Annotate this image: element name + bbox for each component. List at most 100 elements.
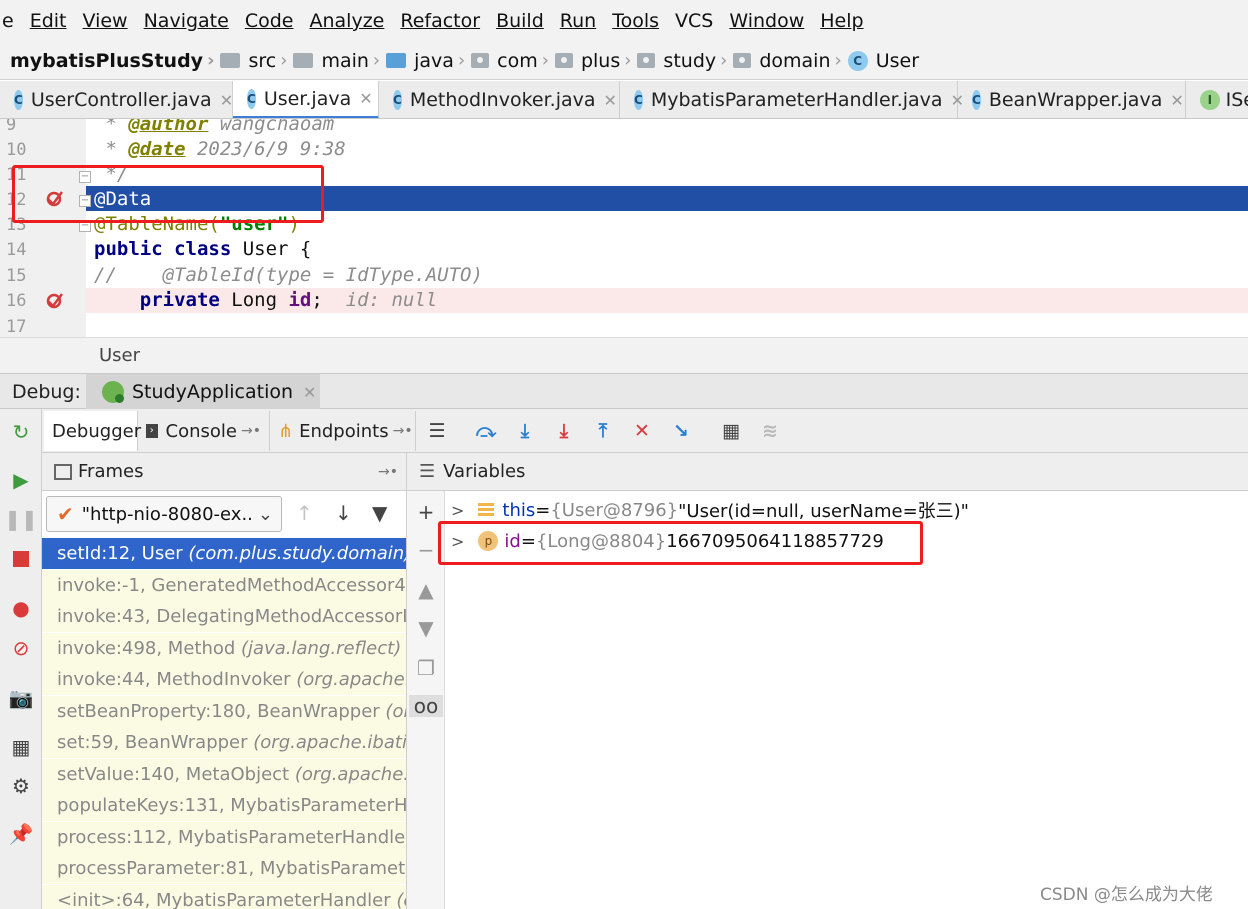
- tab-user-controller[interactable]: C UserController.java ✕: [0, 81, 233, 118]
- breadcrumb-study[interactable]: study ›: [637, 50, 733, 72]
- settings-gear-icon[interactable]: ⚙: [10, 774, 32, 798]
- code-editor[interactable]: 9 10 11 12 13 14 15 16 17 − − − * @autho…: [0, 119, 1248, 337]
- tab-user[interactable]: C User.java ✕: [233, 81, 379, 118]
- breadcrumb-src[interactable]: src ›: [220, 50, 293, 72]
- menu-item-build[interactable]: Build: [488, 10, 552, 32]
- frame-row[interactable]: processParameter:81, MybatisParameter: [42, 853, 406, 884]
- layout-icon[interactable]: ▦: [10, 735, 32, 759]
- pause-icon[interactable]: ❚❚: [4, 507, 38, 531]
- tab-mybatis-parameter-handler[interactable]: C MybatisParameterHandler.java ✕: [620, 81, 964, 118]
- chevron-right-icon: ›: [207, 50, 215, 71]
- frame-row[interactable]: setId:12, User (com.plus.study.domain): [42, 538, 406, 569]
- menu-item-view[interactable]: View: [75, 10, 136, 32]
- menu-item-code[interactable]: Code: [237, 10, 302, 32]
- tab-method-invoker[interactable]: C MethodInvoker.java ✕: [379, 81, 620, 118]
- menu-item-edit-partial[interactable]: e: [0, 10, 22, 32]
- breadcrumb-project[interactable]: mybatisPlusStudy ›: [10, 50, 220, 72]
- run-config-tab[interactable]: StudyApplication ✕: [86, 374, 320, 410]
- mute-breakpoints-icon[interactable]: ⊘: [10, 636, 32, 660]
- chevron-down-icon: ⌄: [257, 503, 273, 525]
- frame-row[interactable]: invoke:43, DelegatingMethodAccessorIm: [42, 601, 406, 632]
- view-breakpoints-icon[interactable]: ●: [10, 596, 32, 620]
- frame-row[interactable]: invoke:-1, GeneratedMethodAccessor43: [42, 570, 406, 601]
- tab-label: User.java: [263, 87, 352, 110]
- frame-method: process:112, MybatisParameterHandler: [57, 827, 407, 848]
- variable-name: this: [502, 499, 536, 521]
- crumb-label: study: [663, 49, 717, 72]
- frame-row[interactable]: setValue:140, MetaObject (org.apache.ib: [42, 759, 406, 790]
- frame-row[interactable]: invoke:498, Method (java.lang.reflect): [42, 633, 406, 664]
- menu-item-help[interactable]: Help: [812, 10, 871, 32]
- menu-lines-icon[interactable]: ☰: [426, 420, 448, 442]
- pin-icon[interactable]: 📌: [9, 822, 34, 846]
- field-breakpoint-icon[interactable]: [44, 291, 64, 309]
- evaluate-expression-icon[interactable]: ▦: [720, 420, 742, 442]
- structure-label[interactable]: User: [99, 345, 140, 366]
- breadcrumb-main[interactable]: main ›: [293, 50, 386, 72]
- move-up-icon[interactable]: ▲: [415, 579, 437, 601]
- breadcrumb-plus[interactable]: plus ›: [554, 49, 637, 72]
- tab-bean-wrapper[interactable]: C BeanWrapper.java ✕: [958, 81, 1186, 118]
- close-icon[interactable]: ✕: [303, 383, 316, 402]
- menu-item-vcs[interactable]: VCS: [667, 10, 721, 32]
- drop-frame-icon[interactable]: ✕: [631, 420, 653, 442]
- menu-item-edit[interactable]: Edit: [22, 10, 75, 32]
- menu-item-window[interactable]: Window: [721, 10, 812, 32]
- arrow-down-icon[interactable]: ↓: [335, 501, 352, 525]
- menu-item-analyze[interactable]: Analyze: [301, 10, 392, 32]
- crumb-label: domain: [759, 49, 831, 72]
- menu-item-refactor[interactable]: Refactor: [392, 10, 488, 32]
- add-watch-icon[interactable]: +: [415, 501, 437, 523]
- move-down-icon[interactable]: ▼: [415, 617, 437, 639]
- frame-row[interactable]: process:112, MybatisParameterHandler (: [42, 822, 407, 853]
- trace-stream-icon[interactable]: ≋: [759, 420, 781, 442]
- breadcrumb-com[interactable]: com ›: [471, 50, 555, 72]
- chevron-right-icon: ›: [541, 50, 549, 71]
- rerun-icon[interactable]: ↻: [10, 420, 32, 444]
- tab-endpoints[interactable]: ⋔ Endpoints →•: [270, 411, 416, 451]
- inline-debug-value: id: null: [345, 289, 438, 311]
- tab-console[interactable]: › Console →•: [138, 411, 270, 451]
- resume-icon[interactable]: ▶: [10, 468, 32, 492]
- frame-row[interactable]: invoke:44, MethodInvoker (org.apache.ib: [42, 664, 406, 695]
- endpoints-icon: ⋔: [278, 420, 294, 442]
- camera-icon[interactable]: 📷: [9, 686, 34, 710]
- copy-icon[interactable]: ❐: [415, 657, 437, 679]
- frame-row[interactable]: set:59, BeanWrapper (org.apache.ibatis.r: [42, 727, 406, 758]
- glasses-icon[interactable]: oo: [409, 695, 443, 717]
- force-step-into-icon[interactable]: ⤓: [553, 420, 575, 442]
- step-out-icon[interactable]: ⤒: [592, 420, 614, 442]
- close-icon[interactable]: ✕: [1170, 91, 1183, 110]
- breadcrumb-user[interactable]: C User: [847, 50, 919, 72]
- stop-icon[interactable]: [10, 548, 32, 570]
- menu-list: e Edit View Navigate Code Analyze Refact…: [0, 10, 872, 32]
- tab-label: MethodInvoker.java: [409, 89, 596, 111]
- step-over-icon[interactable]: ⤼: [475, 420, 497, 442]
- tab-debugger[interactable]: Debugger: [44, 411, 141, 451]
- menu-item-navigate[interactable]: Navigate: [136, 10, 237, 32]
- menu-item-tools[interactable]: Tools: [604, 10, 667, 32]
- breadcrumb-domain[interactable]: domain ›: [733, 50, 847, 72]
- run-to-cursor-icon[interactable]: ↘: [670, 420, 692, 442]
- menu-item-run[interactable]: Run: [552, 10, 604, 32]
- menu-label: VCS: [675, 10, 714, 32]
- close-icon[interactable]: ✕: [220, 91, 233, 110]
- frame-row[interactable]: <init>:64, MybatisParameterHandler (co: [42, 885, 406, 909]
- class-icon: C: [14, 90, 23, 110]
- filter-icon[interactable]: ▼: [372, 501, 387, 525]
- frame-row[interactable]: populateKeys:131, MybatisParameterHar: [42, 790, 406, 821]
- close-icon[interactable]: ✕: [359, 89, 372, 108]
- chevron-right-icon[interactable]: >: [451, 501, 464, 520]
- pin-arrow-icon[interactable]: →•: [378, 464, 398, 480]
- spring-boot-icon: [102, 381, 124, 403]
- step-into-icon[interactable]: ⤓: [514, 420, 536, 442]
- arrow-up-icon[interactable]: ↑: [296, 501, 313, 525]
- frame-row[interactable]: setBeanProperty:180, BeanWrapper (org: [42, 696, 406, 727]
- remove-watch-icon[interactable]: −: [415, 539, 437, 561]
- debug-label: Debug:: [12, 381, 81, 403]
- breadcrumb-java[interactable]: java ›: [386, 50, 471, 72]
- thread-selector[interactable]: ✔ "http-nio-8080-ex.. ⌄: [46, 496, 282, 532]
- tab-ise[interactable]: IISe: [1186, 81, 1248, 118]
- close-icon[interactable]: ✕: [604, 91, 617, 110]
- crumb-label: plus: [580, 49, 621, 72]
